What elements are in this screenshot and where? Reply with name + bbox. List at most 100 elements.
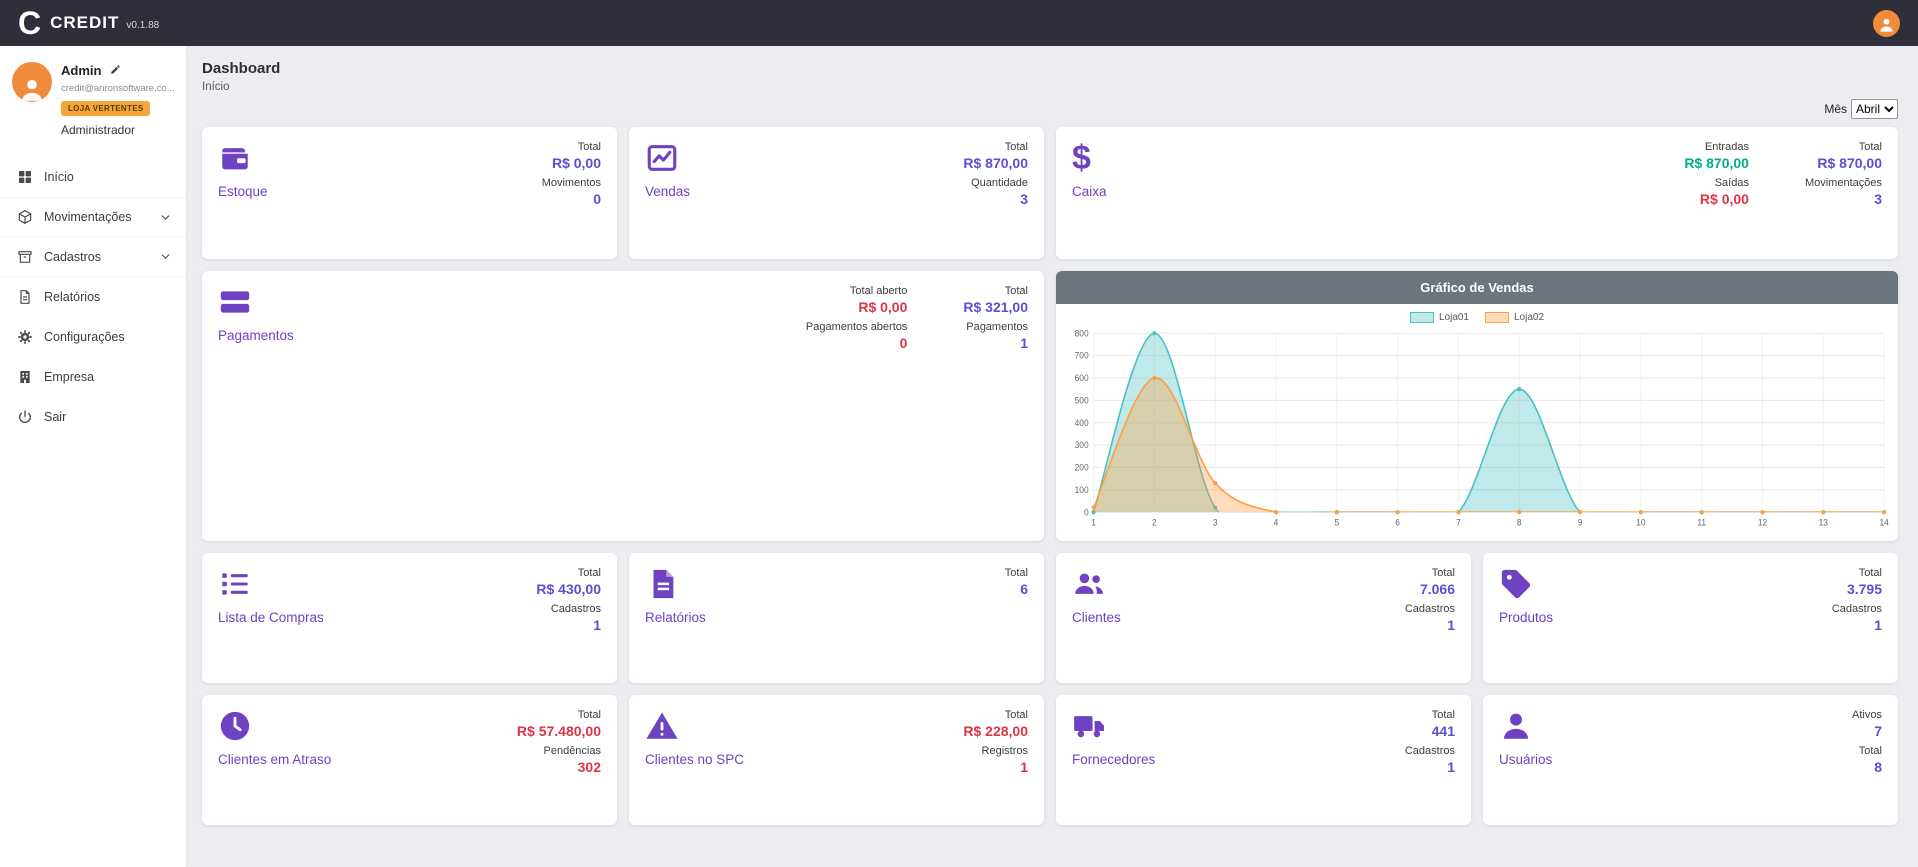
svg-text:0: 0 — [1084, 507, 1089, 517]
gear-icon — [17, 329, 33, 345]
stat-value: 0 — [806, 335, 908, 351]
sidebar-item-sair[interactable]: Sair — [0, 397, 186, 437]
sales-chart-panel: Gráfico de Vendas Loja01 Loja02 01002003… — [1056, 271, 1898, 541]
app-logo: C — [18, 0, 41, 46]
sidebar-item-configuracoes[interactable]: Configurações — [0, 317, 186, 357]
card-title-clientes[interactable]: Clientes — [1072, 610, 1121, 625]
svg-text:4: 4 — [1274, 517, 1279, 527]
stat-value: R$ 228,00 — [963, 723, 1028, 739]
topbar: C CREDIT v0.1.88 — [0, 0, 1918, 46]
user-name: Admin — [61, 63, 101, 78]
month-select[interactable]: Abril — [1851, 99, 1898, 119]
stat-label: Total — [963, 709, 1028, 721]
sidebar-nav: Início Movimentações Cadastros Relató — [0, 157, 186, 437]
legend-swatch-loja02 — [1485, 312, 1509, 323]
card-title-pagamentos[interactable]: Pagamentos — [218, 328, 294, 343]
stat-value: 1 — [1405, 617, 1455, 633]
card-title-fornecedores[interactable]: Fornecedores — [1072, 752, 1155, 767]
svg-text:1: 1 — [1091, 517, 1096, 527]
stat-label: Pendências — [517, 745, 601, 757]
stat-label: Pagamentos — [963, 321, 1028, 333]
person-icon — [1878, 16, 1895, 33]
card-title-vendas[interactable]: Vendas — [645, 184, 690, 199]
legend-label: Loja02 — [1514, 312, 1544, 323]
card-clientes-no-spc: Clientes no SPC TotalR$ 228,00 Registros… — [629, 695, 1044, 825]
svg-text:5: 5 — [1334, 517, 1339, 527]
stat-label: Total — [963, 141, 1028, 153]
card-title-usuarios[interactable]: Usuários — [1499, 752, 1552, 767]
svg-text:7: 7 — [1456, 517, 1461, 527]
card-title-relatorios[interactable]: Relatórios — [645, 610, 706, 625]
file-icon — [17, 289, 33, 305]
clock-icon — [218, 709, 252, 743]
chart-title: Gráfico de Vendas — [1056, 271, 1898, 304]
chart-legend: Loja01 Loja02 — [1056, 304, 1898, 325]
nav-label: Configurações — [44, 330, 172, 344]
stat-value: 6 — [1005, 581, 1028, 597]
svg-text:14: 14 — [1879, 517, 1889, 527]
stat-label: Entradas — [1684, 141, 1749, 153]
sidebar-item-empresa[interactable]: Empresa — [0, 357, 186, 397]
stat-value: R$ 321,00 — [963, 299, 1028, 315]
grid-icon — [17, 169, 33, 185]
stat-label: Total — [1005, 567, 1028, 579]
card-relatorios: Relatórios Total 6 — [629, 553, 1044, 683]
legend-loja01[interactable]: Loja01 — [1410, 312, 1469, 323]
stat-value: R$ 870,00 — [1805, 155, 1882, 171]
warning-icon — [645, 709, 679, 743]
stat-value: R$ 430,00 — [536, 581, 601, 597]
sidebar-item-movimentacoes[interactable]: Movimentações — [0, 197, 186, 237]
card-title-produtos[interactable]: Produtos — [1499, 610, 1553, 625]
stat-label: Total — [1405, 567, 1455, 579]
card-title-clientes-em-atraso[interactable]: Clientes em Atraso — [218, 752, 331, 767]
stat-value: 302 — [517, 759, 601, 775]
users-icon — [1072, 567, 1106, 601]
card-title-clientes-no-spc[interactable]: Clientes no SPC — [645, 752, 744, 767]
user-icon — [1499, 709, 1533, 743]
breadcrumb: Início — [202, 81, 1898, 93]
sidebar-item-cadastros[interactable]: Cadastros — [0, 237, 186, 277]
legend-swatch-loja01 — [1410, 312, 1434, 323]
stat-value: 441 — [1405, 723, 1455, 739]
edit-profile-icon[interactable] — [110, 62, 121, 80]
stat-label: Cadastros — [1832, 603, 1882, 615]
main-content: Dashboard Início Mês Abril Estoque Total… — [186, 46, 1918, 825]
card-fornecedores: Fornecedores Total441 Cadastros1 — [1056, 695, 1471, 825]
app-name: CREDIT — [50, 13, 119, 33]
file-icon — [645, 567, 679, 601]
stat-label: Total — [1832, 567, 1882, 579]
svg-text:12: 12 — [1758, 517, 1768, 527]
nav-label: Sair — [44, 410, 172, 424]
dollar-icon: $ — [1072, 141, 1107, 175]
stat-value: R$ 870,00 — [963, 155, 1028, 171]
svg-text:6: 6 — [1395, 517, 1400, 527]
svg-text:9: 9 — [1578, 517, 1583, 527]
user-avatar-button[interactable] — [1873, 10, 1900, 37]
card-title-lista-de-compras[interactable]: Lista de Compras — [218, 610, 324, 625]
card-title-estoque[interactable]: Estoque — [218, 184, 268, 199]
legend-loja02[interactable]: Loja02 — [1485, 312, 1544, 323]
user-role: Administrador — [61, 123, 174, 137]
tag-icon — [1499, 567, 1533, 601]
card-pagamentos: Pagamentos Total abertoR$ 0,00 Pagamento… — [202, 271, 1044, 541]
stat-value: R$ 0,00 — [806, 299, 908, 315]
stat-value: 3.795 — [1832, 581, 1882, 597]
svg-text:10: 10 — [1636, 517, 1646, 527]
card-usuarios: Usuários Ativos7 Total8 — [1483, 695, 1898, 825]
stat-label: Total — [963, 285, 1028, 297]
sidebar-item-inicio[interactable]: Início — [0, 157, 186, 197]
svg-text:11: 11 — [1697, 517, 1706, 527]
card-lista-de-compras: Lista de Compras TotalR$ 430,00 Cadastro… — [202, 553, 617, 683]
card-title-caixa[interactable]: Caixa — [1072, 184, 1107, 199]
stat-label: Saídas — [1684, 177, 1749, 189]
svg-text:300: 300 — [1075, 440, 1089, 450]
svg-text:3: 3 — [1213, 517, 1218, 527]
card-estoque: Estoque TotalR$ 0,00 Movimentos0 — [202, 127, 617, 259]
sidebar-item-relatorios[interactable]: Relatórios — [0, 277, 186, 317]
card-produtos: Produtos Total3.795 Cadastros1 — [1483, 553, 1898, 683]
stat-value: 1 — [963, 335, 1028, 351]
stat-value: R$ 870,00 — [1684, 155, 1749, 171]
sidebar-user-block: Admin credit@anronsoftware.co... LOJA VE… — [0, 46, 186, 151]
stat-label: Cadastros — [1405, 603, 1455, 615]
svg-text:13: 13 — [1819, 517, 1829, 527]
